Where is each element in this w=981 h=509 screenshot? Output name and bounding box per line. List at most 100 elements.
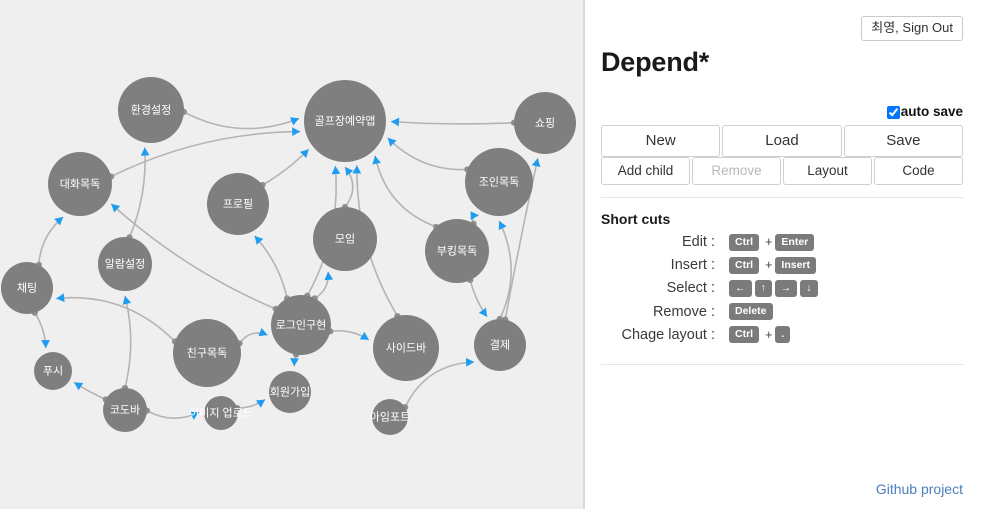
node-circle[interactable] — [313, 207, 377, 271]
toolbar-load-button[interactable]: Load — [722, 124, 842, 157]
graph-edge — [56, 296, 176, 343]
graph-node-shop[interactable]: 쇼핑 — [514, 92, 576, 154]
keycap-[interactable]: ← — [729, 279, 752, 297]
graph-svg[interactable]: 환경설정 골프장예약앱 쇼핑대화목독 조인목독 프로필모임 부킹목독 알람설정 채팅로그인구현… — [0, 0, 585, 509]
graph-node-pay[interactable]: 결제 — [474, 319, 526, 371]
graph-edge — [262, 148, 310, 186]
edge-arrowhead — [189, 411, 199, 420]
graph-node-profile[interactable]: 프로필 — [207, 173, 269, 235]
node-circle[interactable] — [372, 399, 408, 435]
graph-node-login[interactable]: 로그인구현 — [271, 295, 331, 355]
keycap-[interactable]: ↓ — [800, 279, 818, 297]
shortcut-label: Edit : — [681, 234, 715, 251]
keycap-ctrl[interactable]: Ctrl — [729, 326, 760, 344]
edge-arrowhead — [74, 382, 84, 391]
github-project-link[interactable]: Github project — [876, 481, 963, 497]
auto-save-checkbox[interactable] — [886, 105, 900, 119]
shortcut-label: Remove : — [652, 303, 715, 320]
edge-arrowhead — [352, 165, 362, 174]
keycap-delete[interactable]: Delete — [729, 302, 773, 321]
node-circle[interactable] — [204, 396, 238, 430]
auto-save-row: auto save — [601, 105, 963, 119]
toolbar-new-button[interactable]: New — [601, 124, 721, 157]
node-circle[interactable] — [465, 148, 533, 216]
sign-out-button[interactable]: 최영, Sign Out — [861, 16, 963, 42]
graph-node-push[interactable]: 푸시 — [34, 352, 72, 390]
graph-node-golf[interactable]: 골프장예약앱 — [304, 80, 386, 162]
node-circle[interactable] — [207, 173, 269, 235]
shortcut-row: Edit : Ctrl + Enter — [601, 231, 963, 254]
node-circle[interactable] — [48, 152, 112, 216]
key-plus-separator: + — [765, 258, 773, 273]
toolbar-save-button[interactable]: Save — [843, 124, 963, 157]
graph-edge — [128, 147, 146, 238]
graph-node-env[interactable]: 환경설정 — [118, 77, 184, 143]
divider-top — [601, 196, 963, 198]
graph-edge — [390, 120, 515, 125]
graph-node-signup[interactable]: 회원가입 — [269, 371, 311, 413]
shortcut-row: Chage layout : Ctrl +. — [601, 323, 963, 346]
edge-arrowhead — [122, 296, 132, 305]
graph-edge — [498, 220, 512, 320]
node-circle[interactable] — [425, 219, 489, 283]
shortcut-keys: ← ↑ → ↓ — [729, 277, 963, 300]
keycap-[interactable]: → — [774, 279, 798, 297]
node-circle[interactable] — [34, 352, 72, 390]
node-circle[interactable] — [474, 319, 526, 371]
shortcuts-heading: Short cuts — [601, 210, 671, 227]
shortcut-label: Select : — [666, 280, 715, 297]
edge-arrowhead — [324, 271, 334, 281]
node-circle[interactable] — [103, 388, 147, 432]
node-circle[interactable] — [269, 371, 311, 413]
keycap-ctrl[interactable]: Ctrl — [729, 256, 760, 274]
edge-arrowhead — [478, 307, 488, 317]
toolbar-code-button[interactable]: Code — [874, 156, 963, 185]
shortcuts-table: Edit : Ctrl + Enter Insert : Ctrl + Insert Selec… — [601, 231, 963, 346]
graph-node-join[interactable]: 조인목독 — [465, 148, 533, 216]
node-circle[interactable] — [373, 315, 439, 381]
node-circle[interactable] — [271, 295, 331, 355]
graph-edge — [387, 137, 468, 171]
graph-canvas[interactable]: 환경설정 골프장예약앱 쇼핑대화목독 조인목독 프로필모임 부킹목독 알람설정 채팅로그인구현… — [0, 0, 585, 509]
keycap-[interactable]: . — [775, 326, 791, 344]
graph-node-friend[interactable]: 친구목독 — [173, 319, 241, 387]
graph-edge — [183, 111, 300, 130]
shortcut-keys: Ctrl +. — [729, 323, 963, 346]
keycap-insert[interactable]: Insert — [775, 256, 816, 274]
keycap-ctrl[interactable]: Ctrl — [729, 233, 760, 251]
edge-arrowhead — [140, 147, 150, 156]
shortcut-row: Select : ← ↑ → ↓ — [601, 277, 963, 300]
graph-node-alarm[interactable]: 알람설정 — [98, 237, 152, 291]
divider-bottom — [601, 364, 963, 366]
edge-arrowhead — [290, 358, 299, 367]
graph-node-sidebar[interactable]: 사이드바 — [373, 315, 439, 381]
app-root: 환경설정 골프장예약앱 쇼핑대화목독 조인목독 프로필모임 부킹목독 알람설정 채팅로그인구현… — [0, 0, 981, 509]
auto-save-label[interactable]: auto save — [901, 105, 963, 119]
primary-button-row: New Load Save — [601, 124, 963, 157]
edge-arrowhead — [258, 328, 268, 337]
shortcut-row: Remove : Delete — [601, 300, 963, 323]
edge-arrowhead — [345, 167, 354, 177]
node-circle[interactable] — [173, 319, 241, 387]
graph-node-cordova[interactable]: 코도바 — [103, 388, 147, 432]
node-circle[interactable] — [514, 92, 576, 154]
keycap-enter[interactable]: Enter — [775, 233, 815, 251]
graph-node-booking[interactable]: 부킹목독 — [425, 219, 489, 283]
edge-arrowhead — [391, 117, 400, 127]
toolbar-add-child-button[interactable]: Add child — [601, 156, 690, 185]
node-circle[interactable] — [98, 237, 152, 291]
keycap-[interactable]: ↑ — [754, 279, 772, 297]
graph-edge — [254, 235, 288, 299]
graph-node-talk[interactable]: 대화목독 — [48, 152, 112, 216]
node-circle[interactable] — [118, 77, 184, 143]
signout-row: 최영, Sign Out — [601, 0, 963, 42]
toolbar-layout-button[interactable]: Layout — [783, 156, 872, 185]
toolbar-remove-button: Remove — [692, 156, 781, 185]
key-plus-separator: + — [765, 235, 773, 250]
node-circle[interactable] — [304, 80, 386, 162]
graph-node-meet[interactable]: 모임 — [313, 207, 377, 271]
edge-arrowhead — [359, 331, 369, 340]
graph-node-chat[interactable]: 채팅 — [1, 262, 53, 314]
node-circle[interactable] — [1, 262, 53, 314]
graph-edge — [374, 155, 437, 228]
